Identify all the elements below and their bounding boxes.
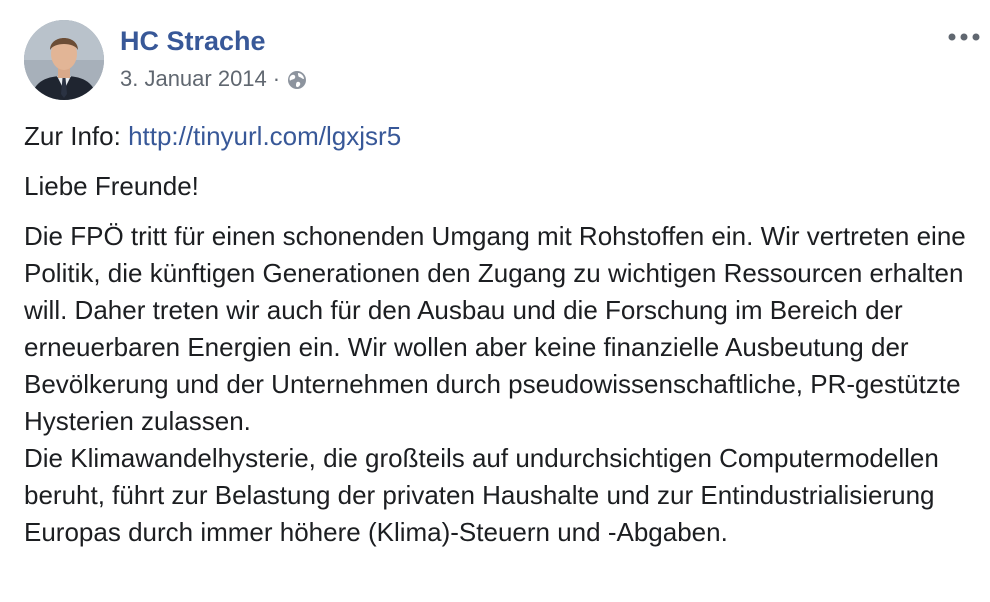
info-link[interactable]: http://tinyurl.com/lgxjsr5 (128, 121, 401, 151)
more-options-icon[interactable] (944, 26, 984, 48)
post-paragraph-1: Die FPÖ tritt für einen schonenden Umgan… (24, 221, 966, 436)
profile-photo-icon (24, 20, 104, 100)
facebook-post: HC Strache 3. Januar 2014 · Zur Info: ht… (0, 0, 990, 602)
avatar[interactable] (24, 20, 104, 100)
info-line: Zur Info: http://tinyurl.com/lgxjsr5 (24, 118, 974, 155)
meta-separator: · (272, 66, 281, 91)
post-body: Zur Info: http://tinyurl.com/lgxjsr5 Lie… (24, 118, 974, 551)
greeting: Liebe Freunde! (24, 171, 199, 201)
info-prefix: Zur Info: (24, 121, 121, 151)
post-date[interactable]: 3. Januar 2014 (120, 64, 267, 94)
post-meta: 3. Januar 2014 · (120, 64, 308, 94)
post-paragraph-2: Die Klimawandelhysterie, die großteils a… (24, 443, 939, 547)
globe-icon[interactable] (286, 69, 308, 91)
author-name[interactable]: HC Strache (120, 24, 266, 58)
